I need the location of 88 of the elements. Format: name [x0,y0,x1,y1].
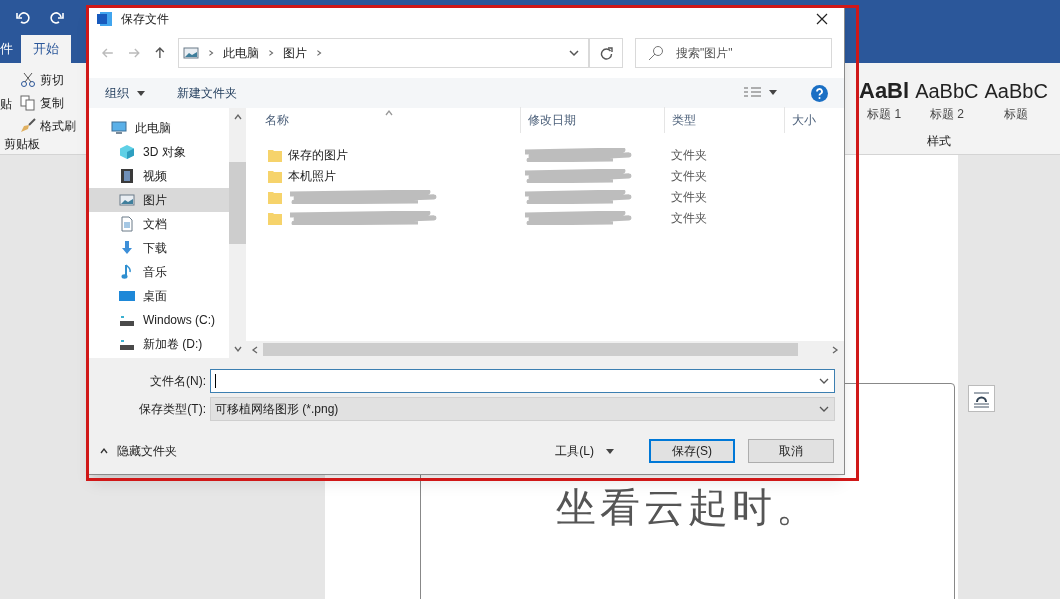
dialog-button[interactable]: 保存(S) [649,439,735,463]
dialog-button[interactable]: 取消 [748,439,834,463]
field-label: 保存类型(T): [138,401,207,418]
breadcrumb-item[interactable]: 图片 [283,44,308,62]
scissors-icon [20,72,36,88]
scroll-down-icon[interactable] [232,344,243,354]
sidebar-item[interactable]: 文档 [89,212,229,236]
calligraphy-text: 坐看云起时。 [555,483,820,532]
tools-menu[interactable]: 工具(L) [555,442,594,460]
picture-icon [119,192,135,208]
cube-icon [119,144,135,160]
redo-icon[interactable] [48,9,64,26]
clipboard-button[interactable]: 剪切 [20,71,76,89]
undo-icon[interactable] [16,9,32,26]
vertical-scrollbar[interactable] [229,108,246,358]
chevron-icon [207,49,216,57]
folder-icon [268,189,282,204]
search-field[interactable]: 搜索"图片" [634,38,832,68]
chevron-icon [315,49,324,57]
style-preset[interactable]: AaBl 标题 1 [859,77,910,132]
file-type: 文件夹 [670,188,707,206]
close-icon[interactable] [816,13,828,25]
collapse-icon[interactable] [99,446,109,456]
dropdown-icon[interactable] [606,448,614,454]
paste-label[interactable]: 贴 [0,95,12,135]
download-icon [119,240,135,256]
field-label: 文件名(N): [149,373,207,390]
folder-icon [268,147,282,162]
file-type: 文件夹 [670,209,707,227]
column-header[interactable]: 名称 [246,107,520,133]
ribbon-tab[interactable]: 件 [0,35,13,63]
horizontal-scrollbar[interactable] [246,341,844,358]
column-header[interactable]: 类型 [664,107,784,133]
group-label: 样式 [926,133,952,150]
column-header[interactable]: 大小 [784,107,844,133]
copy-icon [20,95,36,111]
folder-icon [268,210,282,225]
sidebar-item[interactable]: 图片 [89,188,229,212]
folder-icon [268,168,282,183]
scroll-up-icon[interactable] [232,112,243,122]
paintbrush-icon [20,118,36,134]
organize-menu[interactable]: 组织 [105,84,129,102]
monitor-icon [111,120,127,136]
scroll-right-icon[interactable] [830,344,840,355]
hide-folders-toggle[interactable]: 隐藏文件夹 [117,442,177,460]
scrollbar-thumb[interactable] [263,343,798,356]
file-type-dropdown[interactable]: 可移植网络图形 (*.png) [210,397,835,421]
style-preset[interactable]: AaBbC 标题 2 [915,77,979,132]
sidebar-item[interactable]: 桌面 [89,284,229,308]
ribbon-tab[interactable]: 开始 [21,35,71,63]
sidebar-item[interactable]: 音乐 [89,260,229,284]
file-type: 文件夹 [670,146,707,164]
film-icon [119,168,135,184]
address-bar[interactable]: 此电脑 图片 [178,38,590,68]
window-title: 保存文件 [121,11,170,28]
view-options-icon[interactable] [743,87,779,99]
sidebar-item[interactable]: 下载 [89,236,229,260]
desktop-icon [119,288,135,304]
filename-field[interactable] [210,369,835,393]
chevron-icon [267,49,276,57]
file-name[interactable]: 本机照片 [288,166,336,185]
group-label: 剪贴板 [3,136,41,153]
sort-caret-icon [384,108,394,118]
refresh-icon [599,46,613,60]
search-icon [647,45,664,61]
file-type: 文件夹 [670,167,707,185]
sidebar-item[interactable]: 新加卷 (D:) [89,332,229,356]
file-name[interactable]: 保存的图片 [288,145,348,164]
sidebar-item[interactable]: 此电脑 [89,116,229,140]
layout-options-icon[interactable] [968,385,995,412]
scrollbar-thumb[interactable] [229,162,246,244]
dropdown-icon[interactable] [568,47,581,59]
breadcrumb-item[interactable]: 此电脑 [223,44,260,62]
sidebar-item[interactable]: 3D 对象 [89,140,229,164]
word-logo-icon [97,11,113,27]
refresh-button[interactable] [589,38,623,68]
column-header[interactable]: 修改日期 [520,107,664,133]
sidebar-item[interactable]: Windows (C:) [89,308,229,332]
up-arrow-icon[interactable] [152,46,167,60]
dropdown-icon[interactable] [137,90,145,96]
clipboard-button[interactable]: 复制 [20,94,76,112]
clipboard-button[interactable]: 格式刷 [20,117,76,135]
sidebar-item[interactable]: 视频 [89,164,229,188]
style-preset[interactable]: AaBbC 标题 [984,77,1048,132]
picture-icon [183,45,200,61]
help-icon[interactable] [811,84,828,102]
new-folder-button[interactable]: 新建文件夹 [177,84,237,102]
document-icon [119,216,135,232]
